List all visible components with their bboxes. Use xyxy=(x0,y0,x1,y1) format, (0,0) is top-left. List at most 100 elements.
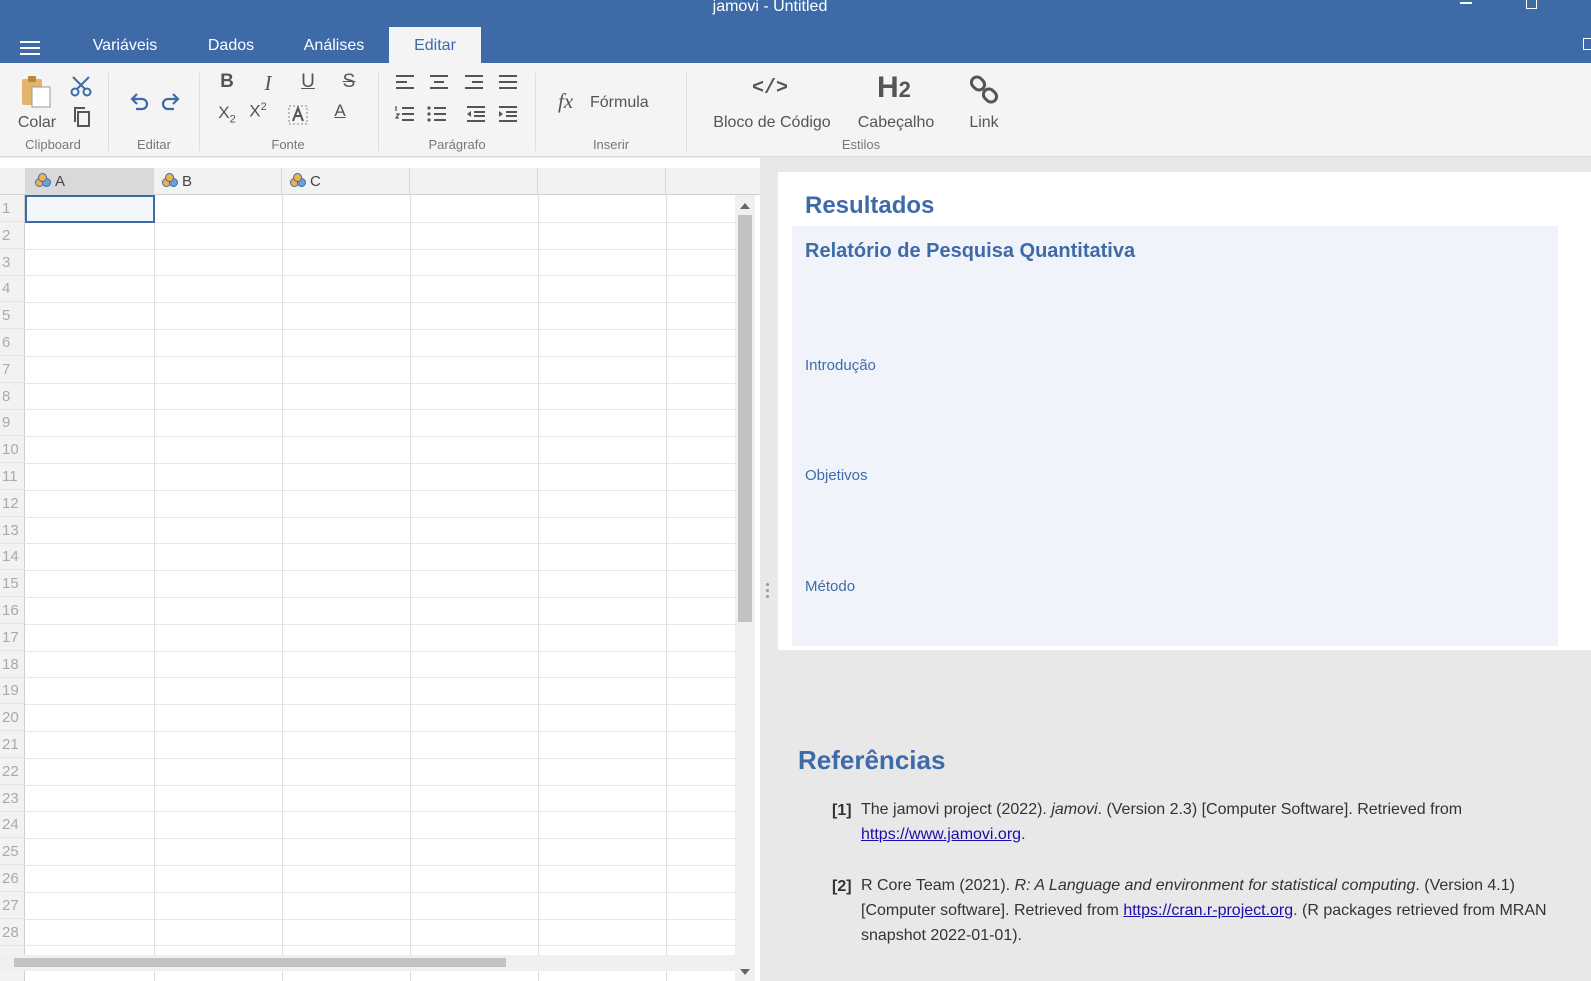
vertical-scroll-thumb[interactable] xyxy=(738,215,752,622)
scroll-down-icon[interactable] xyxy=(740,969,750,975)
reference-number: [1] xyxy=(832,802,852,819)
column-header-b[interactable]: B xyxy=(154,168,282,195)
row-number[interactable]: 27 xyxy=(0,892,25,919)
row-number[interactable]: 16 xyxy=(0,597,25,624)
horizontal-scroll-thumb[interactable] xyxy=(14,958,506,967)
ribbon-separator xyxy=(199,73,200,151)
grid-row-line xyxy=(25,570,735,572)
row-number[interactable]: 23 xyxy=(0,785,25,812)
outdent-icon[interactable] xyxy=(465,104,487,124)
indent-icon[interactable] xyxy=(497,104,519,124)
paste-button-label[interactable]: Colar xyxy=(14,114,60,132)
horizontal-scrollbar[interactable] xyxy=(0,955,735,971)
minimize-icon[interactable] xyxy=(1460,2,1472,4)
row-number[interactable]: 26 xyxy=(0,865,25,892)
superscript-icon[interactable]: X2 xyxy=(246,101,270,122)
selected-cell[interactable] xyxy=(25,195,155,223)
tab-variaveis[interactable]: Variáveis xyxy=(80,27,170,63)
bold-icon[interactable]: B xyxy=(215,71,239,93)
link-icon[interactable] xyxy=(968,75,1000,105)
font-group-label: Fonte xyxy=(271,137,305,152)
grid-row-line xyxy=(25,436,735,438)
tab-editar[interactable]: Editar xyxy=(389,27,481,63)
column-header-empty[interactable] xyxy=(410,168,538,195)
row-number[interactable]: 2 xyxy=(0,222,25,249)
window-edge-icon[interactable] xyxy=(1583,38,1591,50)
formula-button-label[interactable]: Fórmula xyxy=(590,94,649,112)
row-number[interactable]: 14 xyxy=(0,543,25,571)
spreadsheet[interactable]: A B C 1 2 3 4 5 6 7 8 9 10 11 12 13 14 15 16 17 18 19 20 21 2… xyxy=(0,158,760,981)
row-number[interactable]: 18 xyxy=(0,651,25,678)
row-number[interactable]: 22 xyxy=(0,758,25,785)
vertical-scrollbar[interactable] xyxy=(735,195,755,981)
maximize-icon[interactable] xyxy=(1526,0,1537,9)
reference-link[interactable]: https://cran.r-project.org xyxy=(1123,902,1293,919)
heading-button-label[interactable]: Cabeçalho xyxy=(855,114,937,132)
column-header-empty[interactable] xyxy=(538,168,666,195)
row-number[interactable]: 4 xyxy=(0,275,25,303)
formula-icon[interactable]: fx xyxy=(558,89,573,114)
column-header-c[interactable]: C xyxy=(282,168,410,195)
row-number[interactable]: 21 xyxy=(0,731,25,758)
row-number[interactable]: 5 xyxy=(0,302,25,330)
menu-icon[interactable] xyxy=(20,41,40,55)
tab-analises[interactable]: Análises xyxy=(292,27,376,63)
row-number[interactable]: 17 xyxy=(0,624,25,651)
row-number[interactable]: 8 xyxy=(0,383,25,410)
subscript-icon[interactable]: X2 xyxy=(215,103,239,125)
row-number[interactable]: 10 xyxy=(0,436,25,464)
bullet-list-icon[interactable] xyxy=(426,104,448,124)
redo-icon[interactable] xyxy=(160,91,182,113)
row-number[interactable]: 13 xyxy=(0,517,25,544)
numbered-list-icon[interactable] xyxy=(394,104,416,124)
row-number[interactable]: 9 xyxy=(0,409,25,437)
paste-icon[interactable] xyxy=(20,75,54,109)
strikethrough-icon[interactable]: S xyxy=(337,71,361,93)
scroll-up-icon[interactable] xyxy=(740,203,750,209)
row-number[interactable]: 15 xyxy=(0,570,25,598)
section-metodo[interactable]: Método xyxy=(805,578,855,595)
heading-icon[interactable]: H2 xyxy=(877,71,911,105)
code-block-button-label[interactable]: Bloco de Código xyxy=(710,114,834,132)
row-number[interactable]: 20 xyxy=(0,704,25,732)
row-number[interactable]: 12 xyxy=(0,490,25,517)
grid-row-line xyxy=(25,811,735,813)
row-number[interactable]: 11 xyxy=(0,463,25,490)
column-header-a[interactable]: A xyxy=(25,168,154,195)
align-right-icon[interactable] xyxy=(463,73,485,91)
column-header-empty[interactable] xyxy=(666,168,735,195)
align-center-icon[interactable] xyxy=(428,73,450,91)
row-number[interactable]: 19 xyxy=(0,677,25,705)
highlight-icon[interactable] xyxy=(287,104,309,126)
report-editor[interactable] xyxy=(792,226,1558,646)
report-heading[interactable]: Relatório de Pesquisa Quantitativa xyxy=(805,240,1135,263)
undo-icon[interactable] xyxy=(128,91,150,113)
reference-entry: The jamovi project (2022). jamovi. (Vers… xyxy=(861,801,1463,843)
tab-dados[interactable]: Dados xyxy=(195,27,267,63)
row-number[interactable]: 7 xyxy=(0,356,25,383)
font-color-icon[interactable]: A xyxy=(328,101,352,121)
copy-icon[interactable] xyxy=(72,106,92,128)
align-left-icon[interactable] xyxy=(394,73,416,91)
insert-group-label: Inserir xyxy=(592,137,630,152)
underline-icon[interactable]: U xyxy=(296,71,320,93)
section-introducao[interactable]: Introdução xyxy=(805,357,876,374)
grid-row-line xyxy=(25,623,735,625)
code-block-icon[interactable]: </> xyxy=(752,77,788,100)
pane-splitter[interactable] xyxy=(760,158,776,981)
row-number[interactable]: 3 xyxy=(0,249,25,276)
grid-row-line xyxy=(25,865,735,866)
italic-icon[interactable]: I xyxy=(256,71,280,96)
reference-link[interactable]: https://www.jamovi.org xyxy=(861,826,1021,843)
row-number[interactable]: 25 xyxy=(0,838,25,866)
row-number[interactable]: 1 xyxy=(0,195,25,222)
row-number[interactable]: 24 xyxy=(0,811,25,839)
align-justify-icon[interactable] xyxy=(497,73,519,91)
row-number[interactable]: 6 xyxy=(0,329,25,356)
link-button-label[interactable]: Link xyxy=(962,114,1006,132)
row-number[interactable]: 28 xyxy=(0,919,25,946)
cut-icon[interactable] xyxy=(69,75,93,97)
title-bar: jamovi - Untitled Variáveis Dados Anális… xyxy=(0,0,1591,63)
nominal-variable-icon xyxy=(162,173,180,188)
section-objetivos[interactable]: Objetivos xyxy=(805,467,868,484)
